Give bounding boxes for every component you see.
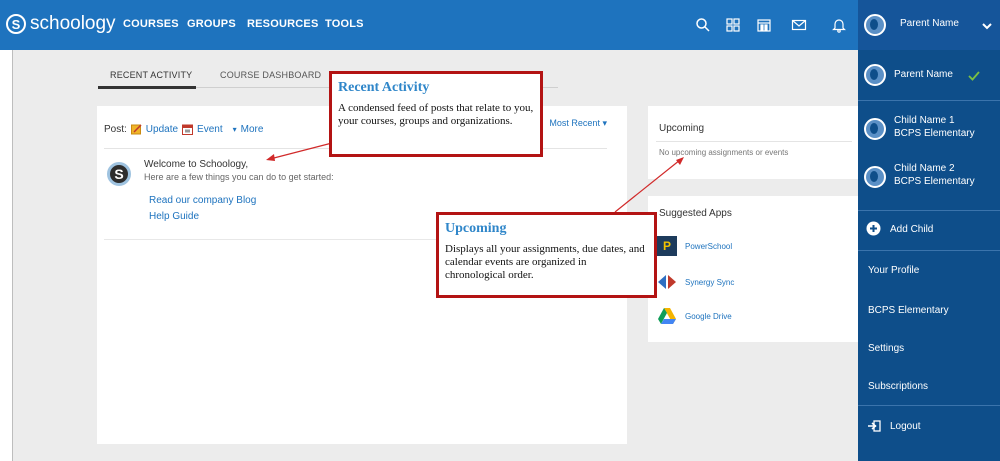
arrow-head xyxy=(676,157,684,165)
logout-label: Logout xyxy=(890,421,921,432)
add-child-button[interactable]: Add Child xyxy=(858,216,1000,244)
upcoming-callout: Upcoming Displays all your assignments, … xyxy=(436,212,657,298)
menu-school[interactable]: BCPS Elementary xyxy=(858,305,1000,321)
menu-child-1[interactable]: Child Name 1 BCPS Elementary xyxy=(858,106,1000,152)
annotation-arrows xyxy=(266,142,684,213)
settings-label: Settings xyxy=(868,343,905,354)
recent-activity-callout: Recent Activity A condensed feed of post… xyxy=(329,71,543,157)
logout-icon xyxy=(868,420,881,432)
child-name: Child Name 1 xyxy=(894,115,955,126)
callout-title: Upcoming xyxy=(445,221,507,236)
account-dropdown: Parent Name Parent Name Child Name 1 BCP… xyxy=(858,0,1000,461)
user-avatar xyxy=(864,118,886,140)
your-profile-label: Your Profile xyxy=(868,265,920,276)
add-child-label: Add Child xyxy=(890,224,934,235)
plus-circle-icon xyxy=(866,221,881,236)
check-icon xyxy=(968,71,980,81)
child-school: BCPS Elementary xyxy=(894,176,975,187)
divider xyxy=(858,405,1000,406)
callout-body: A condensed feed of posts that relate to… xyxy=(338,102,534,127)
divider xyxy=(858,250,1000,251)
arrow-head xyxy=(266,154,275,161)
account-menu-toggle[interactable]: Parent Name xyxy=(858,0,1000,50)
user-avatar xyxy=(864,64,886,86)
child-school: BCPS Elementary xyxy=(894,128,975,139)
user-avatar xyxy=(864,14,886,36)
upcoming-arrow xyxy=(614,159,681,213)
user-avatar xyxy=(864,166,886,188)
chevron-down-icon xyxy=(982,23,992,30)
callout-title: Recent Activity xyxy=(338,80,430,95)
menu-parent[interactable]: Parent Name xyxy=(858,50,1000,100)
current-user-name: Parent Name xyxy=(900,18,959,29)
divider xyxy=(858,210,1000,211)
recent-activity-arrow xyxy=(269,142,333,160)
subscriptions-label: Subscriptions xyxy=(868,381,929,392)
divider xyxy=(858,100,1000,101)
callout-body: Displays all your assignments, due dates… xyxy=(445,243,645,281)
menu-subscriptions[interactable]: Subscriptions xyxy=(858,381,1000,397)
menu-child-2[interactable]: Child Name 2 BCPS Elementary xyxy=(858,154,1000,200)
menu-settings[interactable]: Settings xyxy=(858,343,1000,359)
menu-your-profile[interactable]: Your Profile xyxy=(858,265,1000,281)
logout-button[interactable]: Logout xyxy=(858,417,1000,439)
school-label: BCPS Elementary xyxy=(868,305,949,316)
parent-name: Parent Name xyxy=(894,69,953,80)
child-name: Child Name 2 xyxy=(894,163,955,174)
